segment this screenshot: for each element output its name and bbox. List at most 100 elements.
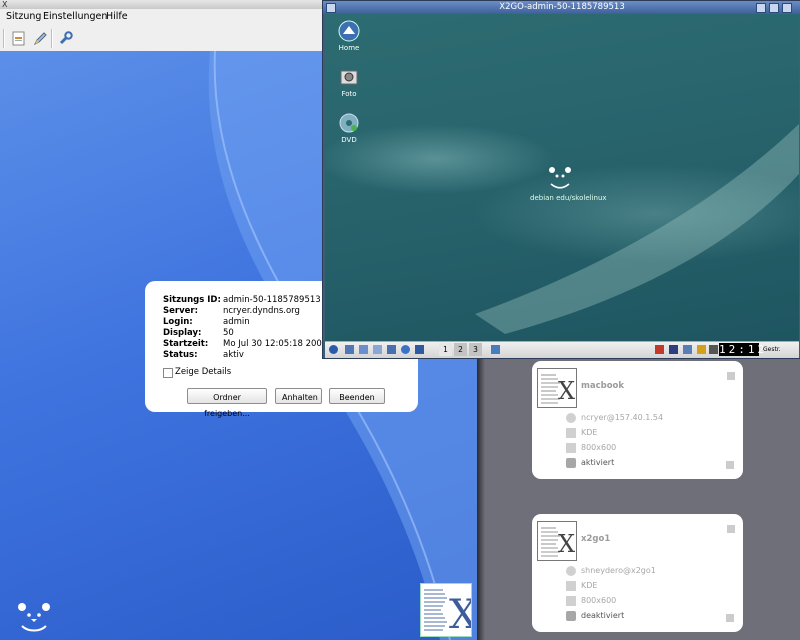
show-details-checkbox[interactable] bbox=[163, 368, 173, 378]
debian-edu-mascot-icon bbox=[549, 167, 571, 189]
info-value: admin bbox=[223, 317, 250, 327]
desktop-icon-home[interactable]: Home bbox=[329, 20, 369, 52]
pager-desktop-1[interactable]: 1 bbox=[439, 343, 452, 356]
home-icon bbox=[338, 20, 360, 42]
app-icon[interactable]: X bbox=[2, 0, 7, 9]
settings-button[interactable] bbox=[57, 30, 74, 47]
session-thumbnail: X bbox=[537, 521, 577, 561]
terminal-icon[interactable] bbox=[387, 345, 396, 354]
tray-icon[interactable] bbox=[683, 345, 692, 354]
search-icon[interactable] bbox=[415, 345, 424, 354]
toolbar-separator bbox=[3, 29, 5, 48]
session-menu-icon[interactable] bbox=[727, 372, 735, 380]
session-thumbnail: X bbox=[537, 368, 577, 408]
kde-taskbar: 1 2 3 12:12 Gestr. bbox=[325, 341, 799, 358]
tray-icon[interactable] bbox=[669, 345, 678, 354]
svg-text:X: X bbox=[449, 592, 471, 636]
edit-session-icon[interactable] bbox=[726, 461, 734, 469]
desktop-icon-label: Home bbox=[338, 44, 360, 52]
session-name: macbook bbox=[581, 381, 625, 391]
share-folder-button[interactable]: Ordner freigeben... bbox=[187, 388, 267, 418]
maximize-icon[interactable] bbox=[769, 3, 779, 13]
tray-icon[interactable] bbox=[655, 345, 664, 354]
info-key: Display: bbox=[163, 328, 202, 338]
x2go-session-icon: X bbox=[541, 527, 575, 558]
info-key: Startzeit: bbox=[163, 339, 209, 349]
session-state: aktiviert bbox=[581, 458, 615, 467]
user-host-icon bbox=[566, 413, 576, 423]
x2go-logo: X bbox=[420, 583, 477, 638]
session-user-host: shneydero@x2go1 bbox=[581, 566, 656, 575]
info-key: Sitzungs ID: bbox=[163, 295, 221, 305]
remote-window-title: X2GO-admin-50-1185789513 bbox=[499, 2, 625, 12]
home-folder-icon[interactable] bbox=[359, 345, 368, 354]
session-name: x2go1 bbox=[581, 534, 611, 544]
trash-icon[interactable] bbox=[373, 345, 382, 354]
session-card-macbook[interactable]: X macbook ncryer@157.40.1.54 KDE 800x600… bbox=[532, 361, 743, 479]
svg-text:X: X bbox=[558, 530, 575, 558]
terminate-button[interactable]: Beenden bbox=[329, 388, 385, 404]
window-menu-icon[interactable] bbox=[326, 3, 336, 13]
info-value: aktiv bbox=[223, 350, 244, 360]
info-key: Login: bbox=[163, 317, 193, 327]
sound-icon bbox=[566, 611, 576, 621]
session-desktop: KDE bbox=[581, 428, 598, 437]
resolution-icon bbox=[566, 596, 576, 606]
desktop-icon-dvd[interactable]: DVD bbox=[329, 112, 369, 144]
session-card-x2go1[interactable]: X x2go1 shneydero@x2go1 KDE 800x600 deak… bbox=[532, 514, 743, 632]
wallpaper-text: debian edu/skolelinux bbox=[530, 194, 607, 202]
menu-hilfe[interactable]: Hilfe bbox=[106, 11, 128, 22]
close-icon[interactable] bbox=[782, 3, 792, 13]
edit-session-button[interactable] bbox=[32, 30, 49, 47]
resolution-icon bbox=[566, 443, 576, 453]
pager-desktop-2[interactable]: 2 bbox=[454, 343, 467, 356]
k-menu-icon[interactable] bbox=[329, 345, 338, 354]
clock-date: Gestr. bbox=[763, 346, 781, 353]
x2go-session-icon: X bbox=[541, 374, 575, 405]
remote-session-window[interactable]: X2GO-admin-50-1185789513 Home Foto DVD d… bbox=[322, 0, 800, 359]
user-host-icon bbox=[566, 566, 576, 576]
toolbar-separator bbox=[51, 29, 53, 48]
session-desktop: KDE bbox=[581, 581, 598, 590]
session-menu-icon[interactable] bbox=[727, 525, 735, 533]
remote-desktop[interactable]: Home Foto DVD debian edu/skolelinux bbox=[325, 14, 799, 341]
info-value: Mo Jul 30 12:05:18 2007 bbox=[223, 339, 328, 349]
pager-desktop-3[interactable]: 3 bbox=[469, 343, 482, 356]
new-session-icon bbox=[12, 31, 25, 46]
suspend-button[interactable]: Anhalten bbox=[275, 388, 322, 404]
debian-edu-logo bbox=[18, 603, 50, 632]
browser-icon[interactable] bbox=[401, 345, 410, 354]
menu-sitzung[interactable]: Sitzung bbox=[6, 11, 41, 22]
remote-window-titlebar[interactable]: X2GO-admin-50-1185789513 bbox=[323, 1, 800, 14]
session-resolution: 800x600 bbox=[581, 443, 617, 452]
session-resolution: 800x600 bbox=[581, 596, 617, 605]
session-state: deaktiviert bbox=[581, 611, 625, 620]
desktop-icon-foto[interactable]: Foto bbox=[329, 66, 369, 98]
show-details-label[interactable]: Zeige Details bbox=[175, 367, 231, 377]
sound-icon bbox=[566, 458, 576, 468]
settings-icon bbox=[59, 31, 73, 45]
edit-session-icon bbox=[33, 32, 47, 46]
desktop-icon-label: Foto bbox=[341, 90, 357, 98]
desktop-type-icon bbox=[566, 428, 576, 438]
info-key: Server: bbox=[163, 306, 198, 316]
info-value: admin-50-1185789513 bbox=[223, 295, 321, 305]
svg-text:X: X bbox=[558, 377, 575, 405]
minimize-icon[interactable] bbox=[756, 3, 766, 13]
session-user-host: ncryer@157.40.1.54 bbox=[581, 413, 664, 422]
tray-icon[interactable] bbox=[697, 345, 706, 354]
dvd-icon bbox=[339, 113, 359, 133]
desktop-icon-label: DVD bbox=[341, 136, 357, 144]
edit-session-icon[interactable] bbox=[726, 614, 734, 622]
camera-icon bbox=[340, 70, 358, 85]
taskbar-app-icon[interactable] bbox=[491, 345, 500, 354]
x2go-logo-icon: X bbox=[424, 589, 477, 638]
menu-einstellungen[interactable]: Einstellungen bbox=[43, 11, 107, 22]
kde-logo-icon[interactable] bbox=[709, 345, 718, 354]
show-desktop-icon[interactable] bbox=[345, 345, 354, 354]
info-key: Status: bbox=[163, 350, 198, 360]
clock[interactable]: 12:12 bbox=[719, 343, 764, 356]
new-session-button[interactable] bbox=[10, 30, 27, 47]
desktop-type-icon bbox=[566, 581, 576, 591]
info-value: 50 bbox=[223, 328, 234, 338]
